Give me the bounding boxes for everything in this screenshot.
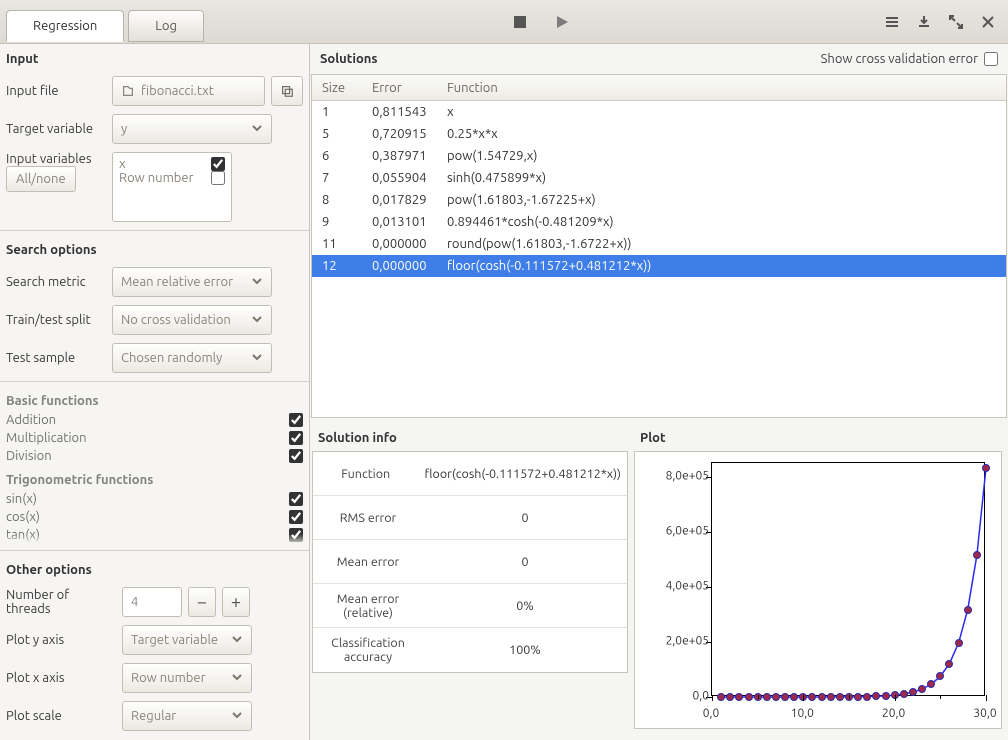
search-title: Search options <box>0 235 309 263</box>
col-error[interactable]: Error <box>372 81 447 95</box>
function-row: tan(x) <box>6 526 303 544</box>
data-point <box>909 688 917 696</box>
left-panel: Input Input file fibonacci.txt Target va… <box>0 44 310 740</box>
function-checkbox[interactable] <box>289 413 303 427</box>
data-point <box>735 693 743 701</box>
function-row: asin(x) <box>6 544 303 546</box>
table-row[interactable]: 60,387971pow(1.54729,x) <box>312 145 1006 167</box>
data-point <box>936 672 944 680</box>
data-point <box>717 693 725 701</box>
other-title: Other options <box>0 555 309 583</box>
cross-val-checkbox[interactable] <box>984 52 998 66</box>
data-point <box>790 693 798 701</box>
function-checkbox[interactable] <box>289 510 303 524</box>
function-row: Addition <box>6 411 303 429</box>
chevron-down-icon <box>251 122 263 137</box>
data-point <box>836 693 844 701</box>
ploty-select[interactable]: Target variable <box>122 625 252 655</box>
col-size[interactable]: Size <box>312 81 372 95</box>
threads-plus[interactable]: + <box>222 587 250 617</box>
plot-box: 0,02,0e+054,0e+056,0e+058,0e+050,010,020… <box>634 451 1002 729</box>
table-row[interactable]: 80,017829pow(1.61803,-1.67225+x) <box>312 189 1006 211</box>
data-point <box>745 693 753 701</box>
var-row-checkbox[interactable] <box>211 171 225 185</box>
data-point <box>872 692 880 700</box>
function-row: sin(x) <box>6 490 303 508</box>
info-row: RMS error0 <box>313 496 627 540</box>
copy-button[interactable] <box>271 76 303 106</box>
tab-log[interactable]: Log <box>128 10 204 42</box>
table-row[interactable]: 50,7209150.25*x*x <box>312 123 1006 145</box>
info-row: Mean error0 <box>313 540 627 584</box>
plot-panel: Plot 0,02,0e+054,0e+056,0e+058,0e+050,01… <box>632 425 1008 740</box>
function-list: Basic functions AdditionMultiplicationDi… <box>0 386 309 546</box>
sample-select[interactable]: Chosen randomly <box>112 343 272 373</box>
function-row: Division <box>6 447 303 465</box>
function-checkbox[interactable] <box>289 492 303 506</box>
menu-icon[interactable] <box>878 8 906 36</box>
tab-regression[interactable]: Regression <box>6 10 124 42</box>
solutions-title: Solutions <box>320 52 378 66</box>
download-icon[interactable] <box>910 8 938 36</box>
var-x-checkbox[interactable] <box>211 157 225 171</box>
data-point <box>955 639 963 647</box>
data-point <box>772 693 780 701</box>
function-checkbox[interactable] <box>289 528 303 542</box>
data-point <box>945 660 953 668</box>
table-row[interactable]: 110,000000round(pow(1.61803,-1.6722+x)) <box>312 233 1006 255</box>
right-panel: Solutions Show cross validation error Si… <box>310 44 1008 740</box>
data-point <box>918 685 926 693</box>
threads-minus[interactable]: − <box>188 587 216 617</box>
function-checkbox[interactable] <box>289 449 303 463</box>
function-row: Multiplication <box>6 429 303 447</box>
function-row: cos(x) <box>6 508 303 526</box>
input-vars-list: x Row number <box>112 152 232 222</box>
data-point <box>781 693 789 701</box>
table-row[interactable]: 90,0131010.894461*cosh(-0.481209*x) <box>312 211 1006 233</box>
target-label: Target variable <box>6 122 106 136</box>
allnone-button[interactable]: All/none <box>6 166 76 192</box>
info-row: Functionfloor(cosh(-0.111572+0.481212*x)… <box>313 452 627 496</box>
fullscreen-icon[interactable] <box>942 8 970 36</box>
data-point <box>863 693 871 701</box>
info-row: Mean error (relative)0% <box>313 584 627 628</box>
table-row[interactable]: 70,055904sinh(0.475899*x) <box>312 167 1006 189</box>
target-select[interactable]: y <box>112 114 272 144</box>
stop-button[interactable] <box>506 8 534 36</box>
search-metric-select[interactable]: Mean relative error <box>112 267 272 297</box>
input-title: Input <box>0 44 309 72</box>
table-row[interactable]: 120,000000floor(cosh(-0.111572+0.481212*… <box>312 255 1006 277</box>
data-point <box>882 692 890 700</box>
data-point <box>982 464 990 472</box>
info-row: Classification accuracy100% <box>313 628 627 672</box>
data-point <box>763 693 771 701</box>
data-point <box>808 693 816 701</box>
data-point <box>927 680 935 688</box>
toolbar: Regression Log <box>0 0 1008 44</box>
table-row[interactable]: 10,811543x <box>312 101 1006 123</box>
input-file-label: Input file <box>6 84 106 98</box>
solutions-table: Size Error Function 10,811543x50,7209150… <box>311 74 1007 418</box>
run-button[interactable] <box>548 8 576 36</box>
input-file-button[interactable]: fibonacci.txt <box>112 76 265 106</box>
solution-info: Solution info Functionfloor(cosh(-0.1115… <box>310 425 630 740</box>
col-function[interactable]: Function <box>447 81 1006 95</box>
data-point <box>900 690 908 698</box>
data-point <box>854 693 862 701</box>
close-icon[interactable] <box>974 8 1002 36</box>
split-select[interactable]: No cross validation <box>112 305 272 335</box>
data-point <box>973 551 981 559</box>
inputvars-label: Input variables <box>6 152 106 166</box>
scale-select[interactable]: Regular <box>122 701 252 731</box>
data-point <box>964 606 972 614</box>
plotx-select[interactable]: Row number <box>122 663 252 693</box>
function-checkbox[interactable] <box>289 431 303 445</box>
input-file-value: fibonacci.txt <box>141 84 214 98</box>
threads-input[interactable]: 4 <box>122 587 182 617</box>
data-point <box>726 693 734 701</box>
data-point <box>818 693 826 701</box>
data-point <box>827 693 835 701</box>
